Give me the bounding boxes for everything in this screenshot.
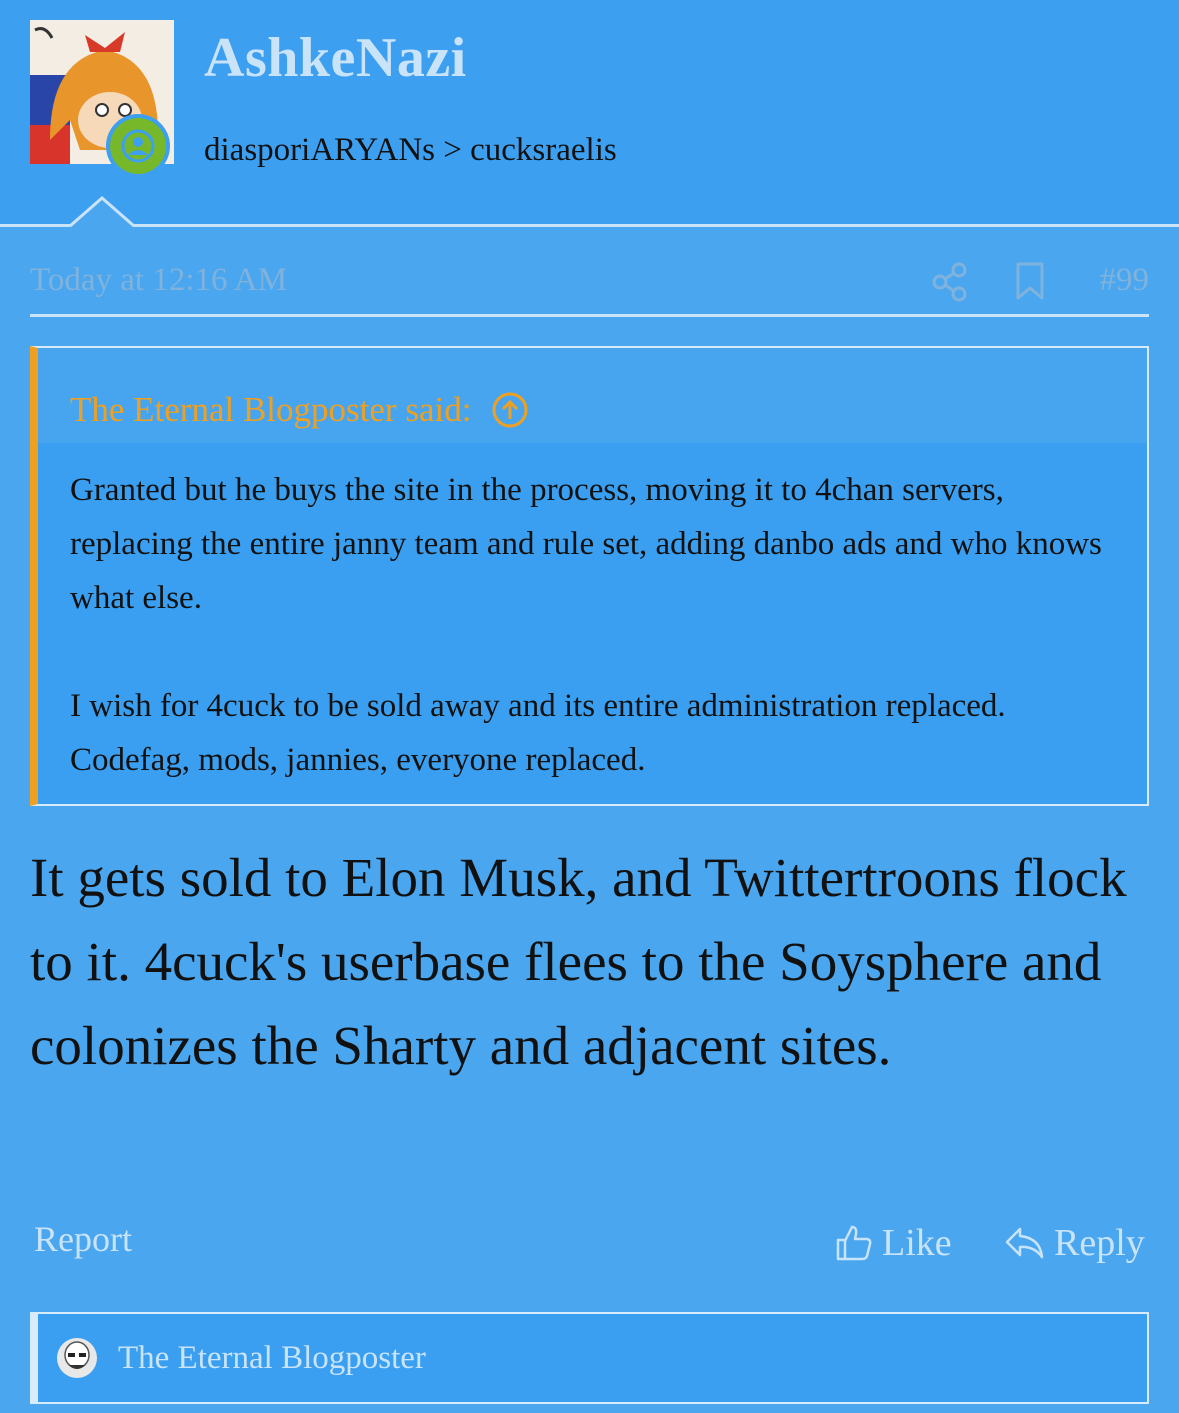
bookmark-icon[interactable] <box>1014 260 1046 304</box>
user-online-icon <box>121 129 155 163</box>
reply-label: Reply <box>1054 1222 1145 1264</box>
quote-block: The Eternal Blogposter said: Granted but… <box>30 346 1149 806</box>
post-date-link[interactable]: Today at 12:16 AM <box>30 262 287 299</box>
share-icon[interactable] <box>930 260 970 304</box>
header-arrow-notch <box>70 196 134 228</box>
quote-paragraph: Granted but he buys the site in the proc… <box>70 472 1102 616</box>
quote-body: Granted but he buys the site in the proc… <box>38 443 1147 787</box>
quote-header: The Eternal Blogposter said: <box>38 348 1147 443</box>
post-number-link[interactable]: #99 <box>1100 262 1150 299</box>
thumbs-up-icon <box>836 1225 872 1261</box>
username-link[interactable]: AshkeNazi <box>204 26 467 90</box>
arrow-up-circle-icon[interactable] <box>491 391 529 429</box>
post-message: It gets sold to Elon Musk, and Twittertr… <box>30 847 1127 1076</box>
reply-arrow-icon <box>1005 1227 1044 1259</box>
quote-paragraph: I wish for 4cuck to be sold away and its… <box>70 688 1006 778</box>
like-label: Like <box>882 1222 952 1264</box>
post-meta: Today at 12:16 AM #99 <box>30 256 1149 314</box>
user-title: diasporiARYANs > cucksraelis <box>204 132 617 168</box>
online-status-badge <box>106 114 170 178</box>
reaction-user-name[interactable]: The Eternal Blogposter <box>118 1340 426 1377</box>
reaction-user-avatar[interactable] <box>56 1337 98 1379</box>
user-header: AshkeNazi diasporiARYANs > cucksraelis <box>0 0 1179 228</box>
header-divider <box>0 224 1179 227</box>
meta-divider <box>30 314 1149 317</box>
like-button[interactable]: Like <box>834 1218 952 1268</box>
quote-author[interactable]: The Eternal Blogposter said: <box>70 390 471 430</box>
reactions-bar: The Eternal Blogposter <box>30 1312 1149 1404</box>
reply-button[interactable]: Reply <box>1004 1218 1145 1268</box>
report-link[interactable]: Report <box>34 1218 132 1260</box>
